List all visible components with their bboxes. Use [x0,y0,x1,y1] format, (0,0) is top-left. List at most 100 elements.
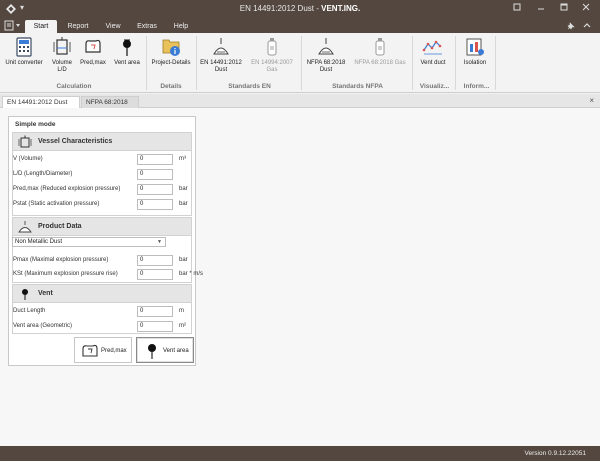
calculate-vent-area-label: Vent area [163,348,189,354]
pred-max-unit: bar [179,186,188,192]
en-14491-dust-button[interactable]: EN 14491:2012 Dust [198,36,244,80]
nfpa-68-gas-label: NFPA 68:2018 Gas [354,60,406,66]
dust-type-value: Non Metallic Dust [15,239,63,245]
en-14994-gas-label: EN 14994:2007 [251,60,293,66]
project-details-icon [162,39,180,56]
volume-input[interactable]: 0 [137,154,173,165]
pstat-input[interactable]: 0 [137,199,173,210]
ribbon-separator [301,36,302,90]
collapse-ribbon-icon[interactable] [582,21,592,31]
pstat-unit: bar [179,201,188,207]
vessel-volume-icon [18,135,32,148]
ribbon-separator [455,36,456,90]
section-header: Vent [13,285,191,303]
en-14994-gas-button[interactable]: EN 14994:2007 Gas [246,36,298,80]
pstat-label: Pstat (Static activation pressure) [13,201,100,207]
tab-help[interactable]: Help [168,20,194,33]
en-14491-dust-label: EN 14491:2012 [200,60,242,66]
pmax-input[interactable]: 0 [137,255,173,266]
volume-unit: m³ [179,156,186,162]
window-title-document: EN 14491:2012 Dust [239,4,315,13]
close-document-icon[interactable]: × [589,96,594,105]
nfpa-68-dust-button[interactable]: NFPA 68:2018 Dust [303,36,349,80]
doc-tab-nfpa-68-dust[interactable]: NFPA 68:2018 Dust [81,96,139,118]
ribbon-separator [196,36,197,90]
pressure-vessel-icon [85,39,101,53]
restore-window-icon[interactable] [509,2,525,15]
ld-label: L/D (Length/Diameter) [13,171,73,177]
calculator-icon [16,37,32,57]
ribbon-separator [412,36,413,90]
project-details-button[interactable]: Project-Details [148,36,194,80]
close-window-icon[interactable] [578,2,594,15]
ribbon: Unit converter Volume L/D Pred,max Vent … [0,33,600,93]
pred-max-button[interactable]: Pred,max [78,36,108,80]
duct-length-input[interactable]: 0 [137,306,173,317]
ribbon-group-information: Inform... [463,83,490,90]
version-text: Version 0.9.12.22051 [524,450,586,457]
nfpa-68-gas-button[interactable]: NFPA 68:2018 Gas [351,36,409,80]
unit-converter-button[interactable]: Unit converter [2,36,46,80]
tab-extras[interactable]: Extras [132,20,162,33]
nfpa-68-dust-label: NFPA 68:2018 [306,60,346,66]
maximize-window-icon[interactable] [556,2,572,15]
window-title-app: VENT.ING. [321,4,361,13]
pmax-unit: bar [179,257,188,263]
volume-ld-button[interactable]: Volume L/D [48,36,76,80]
vent-icon [22,289,28,300]
calculate-pred-max-label: Pred,max [101,348,127,354]
duct-length-label: Duct Length [13,308,46,314]
ribbon-group-standards-en: Standards EN [228,83,271,90]
volume-ld-label-2: L/D [57,67,67,73]
vent-icon [123,39,131,56]
title-bar: ▾ EN 14491:2012 Dust - VENT.ING. [0,0,600,18]
calculate-pred-max-button[interactable]: Pred,max [74,337,132,363]
section-title: Product Data [38,223,82,230]
ribbon-group-calculation: Calculation [56,83,92,90]
kst-unit: bar * m/s [179,271,204,277]
kst-input[interactable]: 0 [137,269,173,280]
en-14994-gas-label-2: Gas [266,67,278,73]
ld-input[interactable]: 0 [137,169,173,180]
tab-start[interactable]: Start [25,20,57,33]
volume-ld-label: Volume [51,60,72,66]
ribbon-separator [146,36,147,90]
duct-length-unit: m [179,308,184,314]
volume-label: V (Volume) [13,156,43,162]
menu-bar: Start Report View Extras Help [0,18,600,33]
dust-type-select[interactable]: Non Metallic Dust ▼ [12,237,166,247]
ribbon-separator [495,36,496,90]
vent-duct-button[interactable]: Vent duct [414,36,452,80]
pred-max-label: Pred,max [80,60,106,66]
project-details-label: Project-Details [151,60,191,66]
pin-icon[interactable] [566,21,576,31]
vent-duct-chart-icon [422,40,442,55]
pmax-label: Pmax (Maximal explosion pressure) [13,257,109,263]
ribbon-group-details: Details [160,83,182,90]
isolation-button[interactable]: Isolation [458,36,492,80]
chevron-down-icon: ▼ [157,239,162,245]
tab-view[interactable]: View [100,20,126,33]
vent-icon [148,344,156,359]
vent-area-button[interactable]: Vent area [110,36,144,80]
calculate-vent-area-button[interactable]: Vent area [136,337,194,363]
isolation-label: Isolation [463,60,487,66]
isolation-icon [466,38,484,56]
status-bar: Version 0.9.12.22051 [0,446,600,461]
kst-label: KSt (Maximum explosion pressure rise) [13,271,118,277]
section-header: Vessel Characteristics [13,133,191,151]
vent-area-label: Vent area [114,60,140,66]
pressure-vessel-icon [82,344,98,357]
minimize-window-icon[interactable] [533,2,549,15]
app-menu-icon[interactable] [4,20,22,31]
ribbon-group-visualization: Visualiz... [419,83,450,90]
document-tabs: EN 14491:2012 Dust NFPA 68:2018 Dust × [0,94,600,118]
pred-max-input[interactable]: 0 [137,184,173,195]
pred-max-label: Pred,max (Reduced explosion pressure) [13,186,121,192]
doc-tab-en-14491-dust[interactable]: EN 14491:2012 Dust [2,96,80,108]
dust-explosion-icon [318,38,334,55]
vent-area-input[interactable]: 0 [137,321,173,332]
tab-report[interactable]: Report [62,20,94,33]
dust-explosion-icon [18,221,32,233]
unit-converter-label: Unit converter [5,60,43,66]
